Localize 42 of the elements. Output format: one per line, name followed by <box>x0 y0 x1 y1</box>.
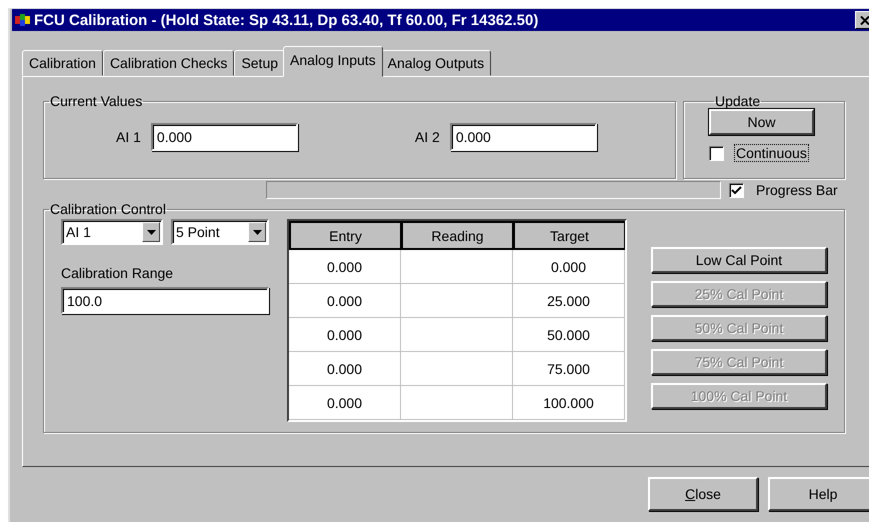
table-cell: 0.000 <box>289 318 401 352</box>
dialog-button[interactable]: Close <box>648 477 758 511</box>
checkbox[interactable] <box>729 182 744 198</box>
dropdown-arrow-icon <box>146 230 156 234</box>
value-field[interactable]: 0.000 <box>450 123 597 151</box>
column-header[interactable]: Entry <box>289 221 401 250</box>
field-label: Calibration Range <box>61 265 174 281</box>
tab[interactable]: Analog Inputs <box>283 46 383 77</box>
checkbox-label[interactable]: Progress Bar <box>754 181 840 199</box>
points-dropdown[interactable]: 5 Point <box>171 219 269 245</box>
group-title: Calibration Control <box>49 201 167 217</box>
tab[interactable]: Calibration Checks <box>102 50 234 76</box>
group-title: Update <box>714 93 762 109</box>
table-cell: 0.000 <box>289 250 401 284</box>
table-cell: 50.000 <box>513 318 625 352</box>
table-cell: 75.000 <box>513 352 625 386</box>
group-title: Current Values <box>49 93 144 109</box>
dialog-button[interactable]: Help <box>768 477 869 511</box>
tab[interactable]: Calibration <box>22 50 103 76</box>
table-cell: 0.000 <box>289 284 401 318</box>
table-cell: 0.000 <box>289 386 401 420</box>
range-field[interactable]: 100.0 <box>61 287 269 314</box>
table-cell: 0.000 <box>513 250 625 284</box>
checkbox-label[interactable]: Continuous <box>734 144 809 162</box>
tab[interactable]: Analog Outputs <box>380 50 492 76</box>
input-dropdown[interactable]: AI 1 <box>61 219 163 245</box>
table-cell: 0.000 <box>289 352 401 386</box>
close-button[interactable] <box>855 11 869 29</box>
cal-point-button[interactable]: Low Cal Point <box>651 247 827 273</box>
now-button[interactable]: Now <box>709 109 814 135</box>
table-cell: 100.000 <box>513 386 625 420</box>
field-label: AI 1 <box>116 129 141 145</box>
app-icon <box>14 12 32 28</box>
checkbox[interactable] <box>709 146 724 160</box>
window-title: FCU Calibration - (Hold State: Sp 43.11, Dp 63.40, Tf 60.00, Fr 14362.50) <box>34 12 540 28</box>
column-header[interactable]: Reading <box>401 221 513 250</box>
value-field[interactable]: 0.000 <box>150 123 298 151</box>
table-cell: 25.000 <box>513 284 625 318</box>
column-header[interactable]: Target <box>513 221 625 250</box>
close-icon <box>860 16 869 24</box>
dropdown-arrow-icon <box>252 230 262 234</box>
field-label: AI 2 <box>414 129 440 145</box>
